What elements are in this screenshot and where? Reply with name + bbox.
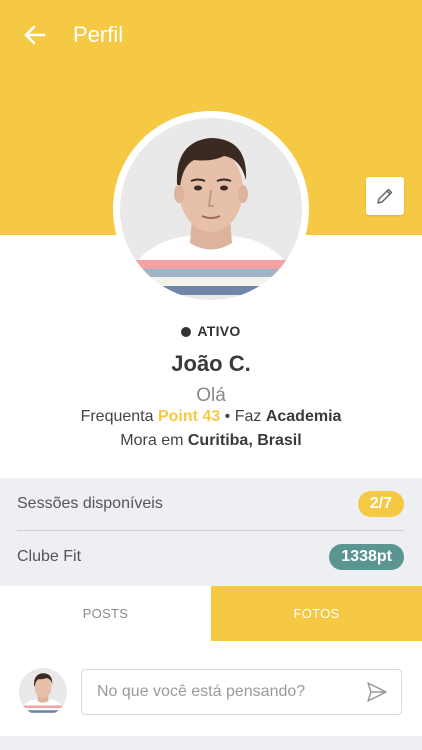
activity-name: Academia — [265, 408, 342, 425]
profile-photo — [120, 118, 302, 300]
pencil-icon — [377, 188, 393, 204]
stat-row-club: Clube Fit 1338pt — [17, 531, 404, 583]
send-icon[interactable] — [365, 680, 389, 704]
bottom-strip — [0, 736, 422, 750]
profile-greeting: Olá — [196, 385, 226, 406]
status-dot — [181, 327, 192, 337]
profile-frequents-line: Frequenta Point 43 • Faz Academia — [0, 408, 422, 426]
status-label: ATIVO — [197, 323, 241, 339]
stats-panel: Sessões disponíveis 2/7 Clube Fit 1338pt — [0, 478, 422, 586]
tab-posts[interactable]: POSTS — [0, 586, 211, 641]
post-composer: No que você está pensando? — [0, 641, 422, 741]
gym-link[interactable]: Point 43 — [158, 408, 220, 425]
arrow-left-icon[interactable] — [22, 22, 48, 48]
page-title: Perfil — [73, 22, 124, 47]
post-input-placeholder: No que você está pensando? — [97, 683, 306, 700]
points-badge: 1338pt — [329, 544, 404, 570]
avatar — [19, 668, 67, 716]
edit-profile-button[interactable] — [366, 177, 404, 215]
profile-name: João C. — [171, 351, 251, 376]
profile-tabs: POSTS FOTOS — [0, 586, 422, 641]
profile-avatar[interactable] — [113, 111, 309, 307]
tab-photos[interactable]: FOTOS — [211, 586, 422, 641]
separator: • — [224, 408, 231, 425]
post-input[interactable]: No que você está pensando? — [81, 669, 402, 715]
stat-row-sessions: Sessões disponíveis 2/7 — [17, 478, 404, 530]
does-prefix: Faz — [234, 408, 262, 425]
sessions-badge: 2/7 — [357, 491, 404, 517]
lives-prefix: Mora em — [120, 432, 184, 449]
user-photo — [19, 668, 67, 716]
frequents-prefix: Frequenta — [80, 408, 154, 425]
stat-label: Clube Fit — [17, 548, 82, 565]
stat-label: Sessões disponíveis — [17, 495, 163, 512]
profile-location-line: Mora em Curitiba, Brasil — [0, 432, 422, 450]
status-badge: ATIVO — [0, 323, 422, 339]
avatar — [120, 118, 302, 300]
location-name: Curitiba, Brasil — [187, 432, 302, 449]
